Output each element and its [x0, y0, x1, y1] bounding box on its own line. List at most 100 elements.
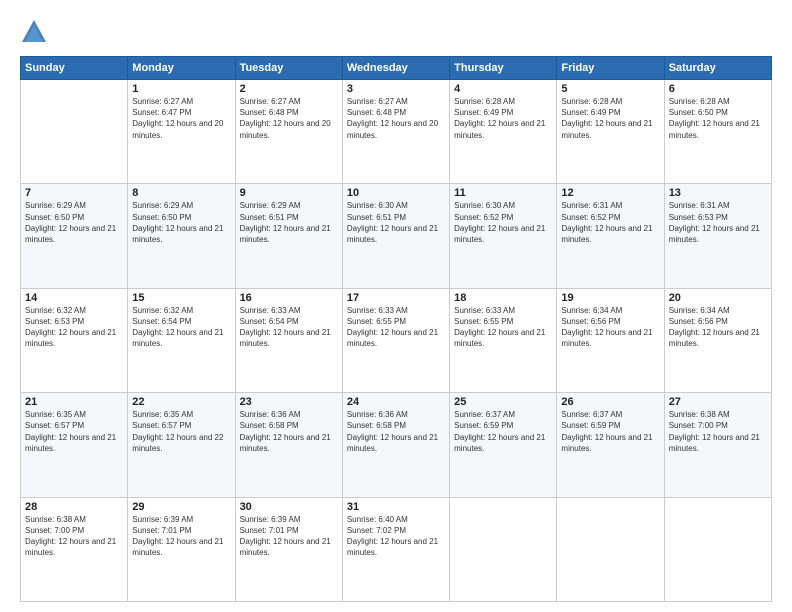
calendar-cell: 22Sunrise: 6:35 AM Sunset: 6:57 PM Dayli… — [128, 393, 235, 497]
day-number: 8 — [132, 187, 230, 199]
calendar-cell: 18Sunrise: 6:33 AM Sunset: 6:55 PM Dayli… — [450, 288, 557, 392]
day-number: 25 — [454, 396, 552, 408]
day-number: 7 — [25, 187, 123, 199]
day-info: Sunrise: 6:27 AM Sunset: 6:48 PM Dayligh… — [347, 96, 445, 141]
calendar-cell: 20Sunrise: 6:34 AM Sunset: 6:56 PM Dayli… — [664, 288, 771, 392]
calendar-cell: 30Sunrise: 6:39 AM Sunset: 7:01 PM Dayli… — [235, 497, 342, 601]
day-number: 29 — [132, 501, 230, 513]
day-number: 6 — [669, 83, 767, 95]
day-number: 1 — [132, 83, 230, 95]
calendar-week-1: 1Sunrise: 6:27 AM Sunset: 6:47 PM Daylig… — [21, 80, 772, 184]
calendar-cell — [450, 497, 557, 601]
day-info: Sunrise: 6:38 AM Sunset: 7:00 PM Dayligh… — [25, 514, 123, 559]
day-number: 17 — [347, 292, 445, 304]
calendar-header-monday: Monday — [128, 57, 235, 80]
calendar-cell: 4Sunrise: 6:28 AM Sunset: 6:49 PM Daylig… — [450, 80, 557, 184]
day-info: Sunrise: 6:36 AM Sunset: 6:58 PM Dayligh… — [240, 409, 338, 454]
calendar-header-thursday: Thursday — [450, 57, 557, 80]
calendar-cell: 12Sunrise: 6:31 AM Sunset: 6:52 PM Dayli… — [557, 184, 664, 288]
day-info: Sunrise: 6:31 AM Sunset: 6:52 PM Dayligh… — [561, 200, 659, 245]
calendar-cell: 10Sunrise: 6:30 AM Sunset: 6:51 PM Dayli… — [342, 184, 449, 288]
calendar-cell: 13Sunrise: 6:31 AM Sunset: 6:53 PM Dayli… — [664, 184, 771, 288]
day-info: Sunrise: 6:35 AM Sunset: 6:57 PM Dayligh… — [132, 409, 230, 454]
day-number: 21 — [25, 396, 123, 408]
calendar-header-row: SundayMondayTuesdayWednesdayThursdayFrid… — [21, 57, 772, 80]
calendar-cell: 21Sunrise: 6:35 AM Sunset: 6:57 PM Dayli… — [21, 393, 128, 497]
calendar-cell: 16Sunrise: 6:33 AM Sunset: 6:54 PM Dayli… — [235, 288, 342, 392]
day-info: Sunrise: 6:40 AM Sunset: 7:02 PM Dayligh… — [347, 514, 445, 559]
day-info: Sunrise: 6:30 AM Sunset: 6:52 PM Dayligh… — [454, 200, 552, 245]
day-number: 18 — [454, 292, 552, 304]
day-info: Sunrise: 6:30 AM Sunset: 6:51 PM Dayligh… — [347, 200, 445, 245]
day-info: Sunrise: 6:32 AM Sunset: 6:54 PM Dayligh… — [132, 305, 230, 350]
calendar-cell: 31Sunrise: 6:40 AM Sunset: 7:02 PM Dayli… — [342, 497, 449, 601]
calendar-cell: 17Sunrise: 6:33 AM Sunset: 6:55 PM Dayli… — [342, 288, 449, 392]
calendar-cell: 15Sunrise: 6:32 AM Sunset: 6:54 PM Dayli… — [128, 288, 235, 392]
logo — [20, 18, 51, 46]
calendar-cell — [557, 497, 664, 601]
calendar-header-wednesday: Wednesday — [342, 57, 449, 80]
day-info: Sunrise: 6:29 AM Sunset: 6:51 PM Dayligh… — [240, 200, 338, 245]
calendar-cell — [21, 80, 128, 184]
calendar-cell — [664, 497, 771, 601]
day-info: Sunrise: 6:37 AM Sunset: 6:59 PM Dayligh… — [454, 409, 552, 454]
calendar-week-4: 21 Sunrise: 6:35 AM Sunset: 6:57 PM Dayli… — [21, 393, 772, 497]
day-number: 9 — [240, 187, 338, 199]
day-info: Sunrise: 6:32 AM Sunset: 6:53 PM Dayligh… — [25, 305, 123, 350]
calendar-header-saturday: Saturday — [664, 57, 771, 80]
calendar-cell: 2Sunrise: 6:27 AM Sunset: 6:48 PM Daylig… — [235, 80, 342, 184]
day-number: 5 — [561, 83, 659, 95]
calendar-cell: 24Sunrise: 6:36 AM Sunset: 6:58 PM Dayli… — [342, 393, 449, 497]
day-number: 26 — [561, 396, 659, 408]
calendar-header-friday: Friday — [557, 57, 664, 80]
calendar-table: SundayMondayTuesdayWednesdayThursdayFrid… — [20, 56, 772, 602]
day-info: Sunrise: 6:33 AM Sunset: 6:55 PM Dayligh… — [347, 305, 445, 350]
calendar-cell: 26Sunrise: 6:37 AM Sunset: 6:59 PM Dayli… — [557, 393, 664, 497]
day-number: 19 — [561, 292, 659, 304]
day-info: Sunrise: 6:27 AM Sunset: 6:48 PM Dayligh… — [240, 96, 338, 141]
day-number: 3 — [347, 83, 445, 95]
day-info: Sunrise: 6:39 AM Sunset: 7:01 PM Dayligh… — [132, 514, 230, 559]
day-info: Sunrise: 6:31 AM Sunset: 6:53 PM Dayligh… — [669, 200, 767, 245]
day-info: Sunrise: 6:36 AM Sunset: 6:58 PM Dayligh… — [347, 409, 445, 454]
day-info: Sunrise: 6:28 AM Sunset: 6:49 PM Dayligh… — [561, 96, 659, 141]
calendar-header-tuesday: Tuesday — [235, 57, 342, 80]
day-number: 12 — [561, 187, 659, 199]
day-info: Sunrise: 6:39 AM Sunset: 7:01 PM Dayligh… — [240, 514, 338, 559]
calendar-cell: 3Sunrise: 6:27 AM Sunset: 6:48 PM Daylig… — [342, 80, 449, 184]
calendar-cell: 7Sunrise: 6:29 AM Sunset: 6:50 PM Daylig… — [21, 184, 128, 288]
calendar-cell: 6Sunrise: 6:28 AM Sunset: 6:50 PM Daylig… — [664, 80, 771, 184]
day-number: 20 — [669, 292, 767, 304]
calendar-week-2: 7Sunrise: 6:29 AM Sunset: 6:50 PM Daylig… — [21, 184, 772, 288]
day-number: 24 — [347, 396, 445, 408]
page: SundayMondayTuesdayWednesdayThursdayFrid… — [0, 0, 792, 612]
day-number: 31 — [347, 501, 445, 513]
header — [20, 18, 772, 46]
day-number: 2 — [240, 83, 338, 95]
calendar-week-3: 14Sunrise: 6:32 AM Sunset: 6:53 PM Dayli… — [21, 288, 772, 392]
day-number: 28 — [25, 501, 123, 513]
calendar-cell: 27Sunrise: 6:38 AM Sunset: 7:00 PM Dayli… — [664, 393, 771, 497]
day-info: Sunrise: 6:33 AM Sunset: 6:54 PM Dayligh… — [240, 305, 338, 350]
day-info: Sunrise: 6:29 AM Sunset: 6:50 PM Dayligh… — [25, 200, 123, 245]
day-info: Sunrise: 6:28 AM Sunset: 6:49 PM Dayligh… — [454, 96, 552, 141]
day-info: Sunrise: 6:29 AM Sunset: 6:50 PM Dayligh… — [132, 200, 230, 245]
calendar-cell: 19Sunrise: 6:34 AM Sunset: 6:56 PM Dayli… — [557, 288, 664, 392]
day-number: 11 — [454, 187, 552, 199]
calendar-cell: 28Sunrise: 6:38 AM Sunset: 7:00 PM Dayli… — [21, 497, 128, 601]
calendar-cell: 8Sunrise: 6:29 AM Sunset: 6:50 PM Daylig… — [128, 184, 235, 288]
calendar-cell: 11Sunrise: 6:30 AM Sunset: 6:52 PM Dayli… — [450, 184, 557, 288]
day-number: 14 — [25, 292, 123, 304]
day-number: 4 — [454, 83, 552, 95]
calendar-cell: 14Sunrise: 6:32 AM Sunset: 6:53 PM Dayli… — [21, 288, 128, 392]
calendar-header-sunday: Sunday — [21, 57, 128, 80]
day-number: 16 — [240, 292, 338, 304]
day-info: Sunrise: 6:34 AM Sunset: 6:56 PM Dayligh… — [669, 305, 767, 350]
day-info: Sunrise: 6:38 AM Sunset: 7:00 PM Dayligh… — [669, 409, 767, 454]
calendar-cell: 5Sunrise: 6:28 AM Sunset: 6:49 PM Daylig… — [557, 80, 664, 184]
calendar-cell: 29Sunrise: 6:39 AM Sunset: 7:01 PM Dayli… — [128, 497, 235, 601]
calendar-cell: 25Sunrise: 6:37 AM Sunset: 6:59 PM Dayli… — [450, 393, 557, 497]
day-number: 22 — [132, 396, 230, 408]
day-number: 23 — [240, 396, 338, 408]
day-info: Sunrise: 6:28 AM Sunset: 6:50 PM Dayligh… — [669, 96, 767, 141]
